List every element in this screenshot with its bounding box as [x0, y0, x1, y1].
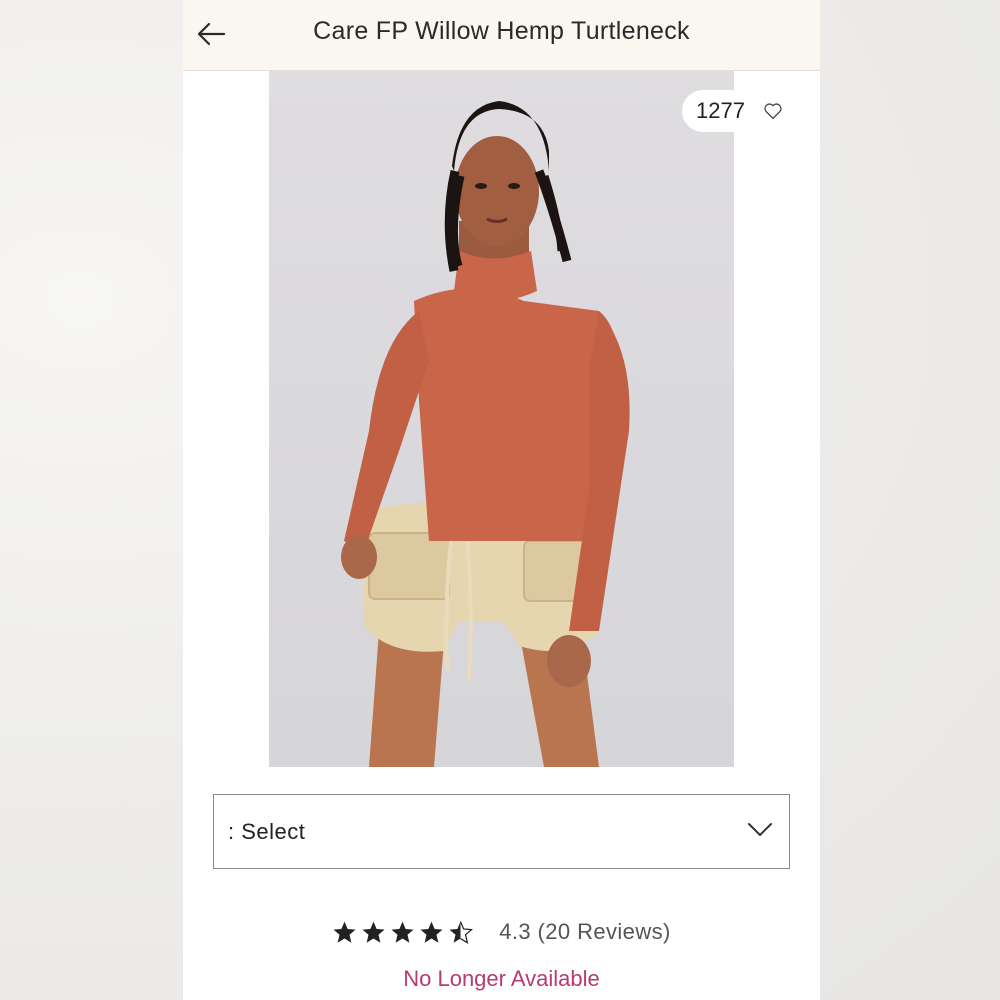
- availability-status: No Longer Available: [403, 966, 600, 991]
- star-full-icon: [391, 921, 414, 943]
- chevron-down-icon: [748, 823, 772, 836]
- rating-summary[interactable]: 4.3 (20 Reviews): [499, 919, 670, 945]
- favorites-badge: 1277: [682, 90, 818, 132]
- rating-row[interactable]: 4.3 (20 Reviews): [183, 914, 820, 950]
- star-half-icon: [449, 920, 474, 944]
- star-full-icon: [333, 921, 356, 943]
- top-bar: Care FP Willow Hemp Turtleneck: [183, 0, 820, 71]
- star-full-icon: [362, 921, 385, 943]
- product-image[interactable]: [269, 71, 734, 767]
- rating-stars: [332, 920, 474, 945]
- back-button[interactable]: [193, 16, 229, 52]
- star-full-icon: [420, 921, 443, 943]
- page-title: Care FP Willow Hemp Turtleneck: [313, 17, 690, 45]
- product-photo: [341, 101, 630, 767]
- heart-outline-icon: [764, 103, 782, 120]
- favorites-count: 1277: [696, 98, 745, 123]
- like-button[interactable]: [763, 99, 787, 123]
- size-select-value: : Select: [228, 819, 306, 844]
- size-select[interactable]: : Select: [213, 794, 790, 869]
- arrow-left-icon: [197, 22, 226, 46]
- product-page: Care FP Willow Hemp Turtleneck 1277: Se…: [183, 0, 820, 1000]
